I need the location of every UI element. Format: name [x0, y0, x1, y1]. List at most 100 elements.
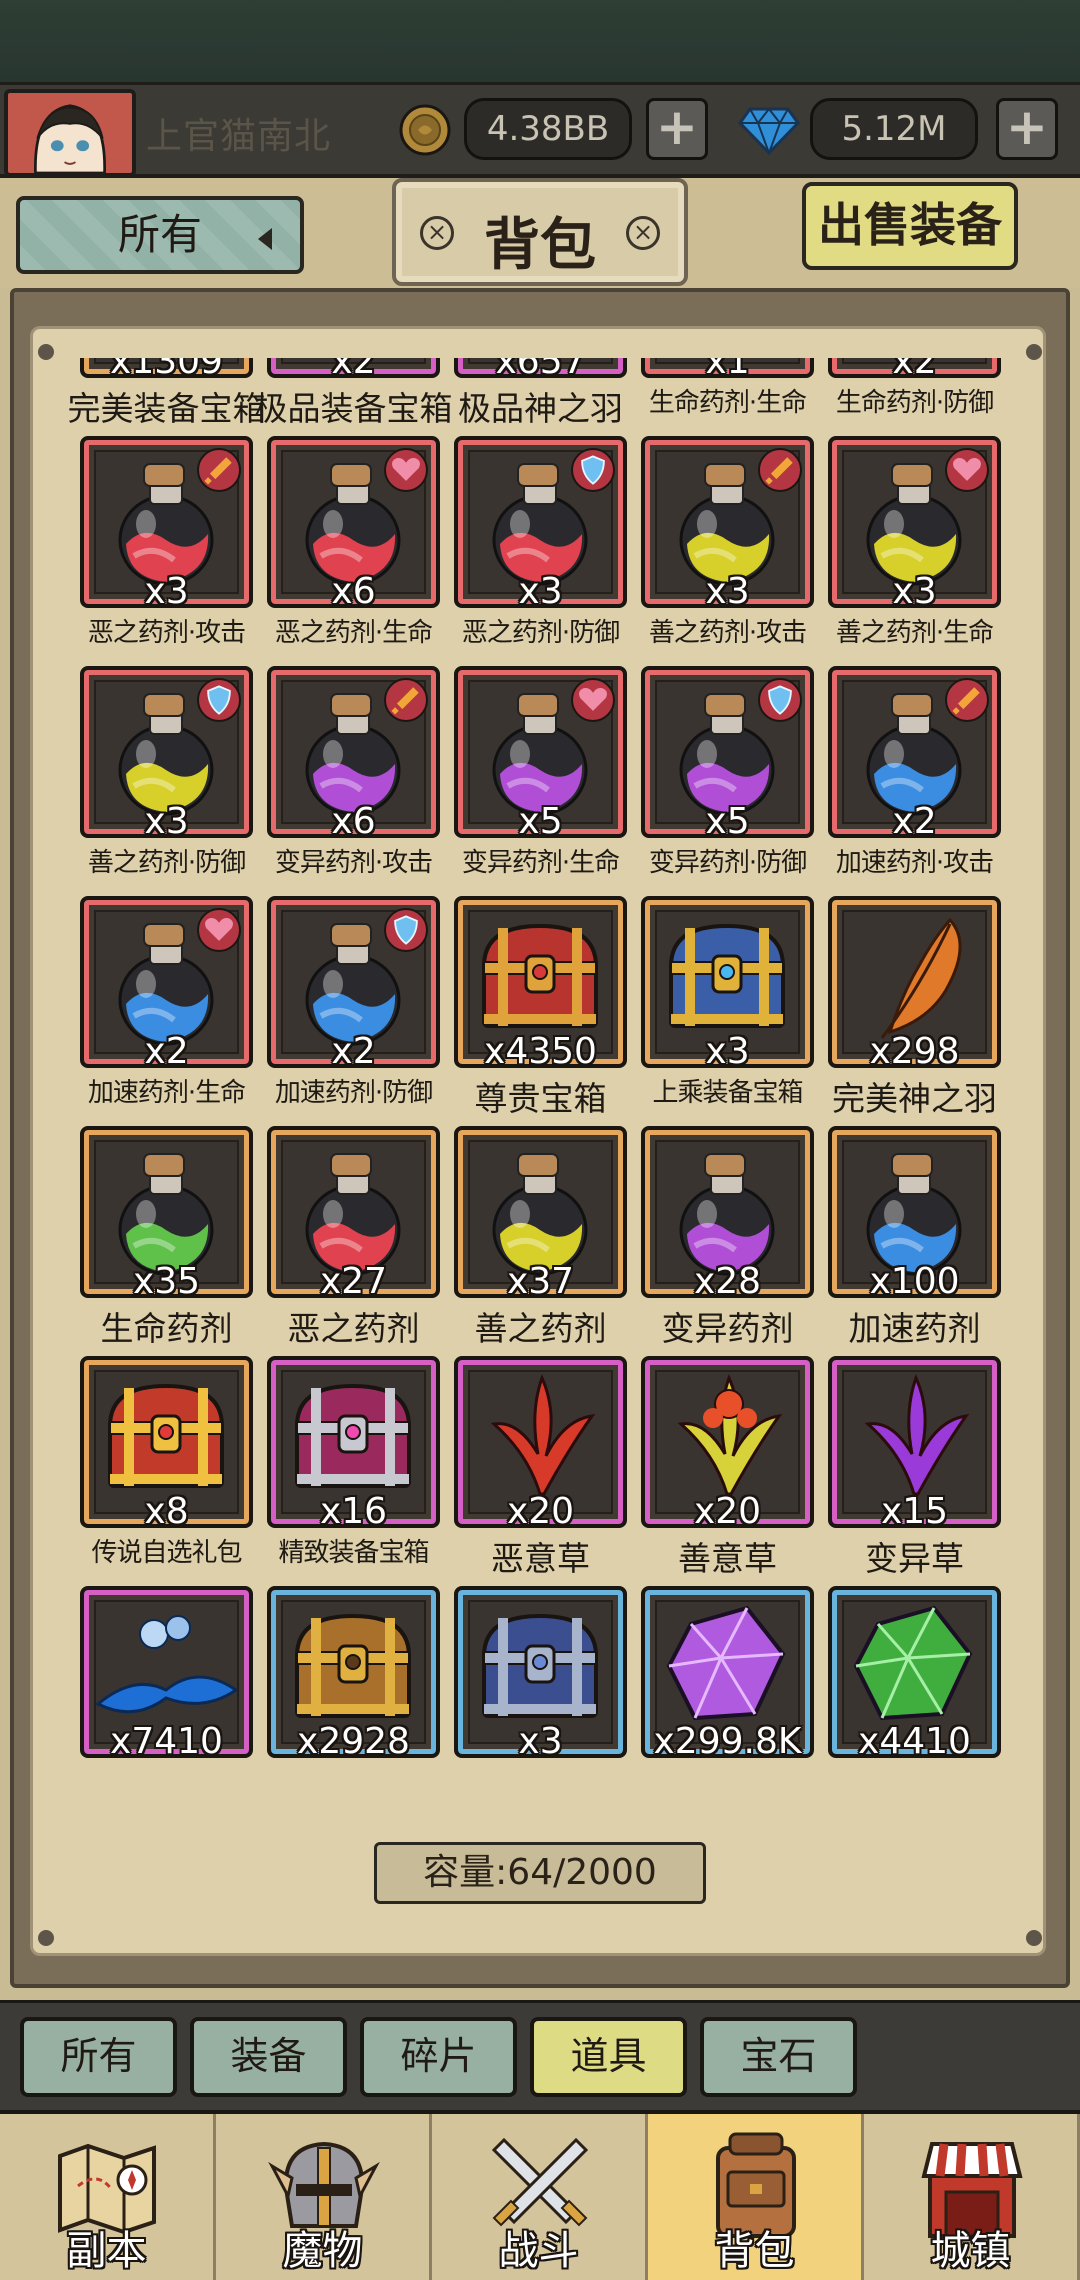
- item-slot[interactable]: x2: [80, 896, 253, 1072]
- inventory-item[interactable]: x298 完美神之羽: [828, 896, 1016, 1128]
- inventory-item[interactable]: x3 善之药剂·生命: [828, 436, 1016, 668]
- filter-dropdown-button[interactable]: 所有: [16, 196, 304, 274]
- inventory-item[interactable]: x299.8K: [641, 1586, 829, 1786]
- item-slot[interactable]: x657: [454, 358, 627, 382]
- item-slot[interactable]: x7410: [80, 1586, 253, 1762]
- item-slot[interactable]: x27: [267, 1126, 440, 1302]
- item-slot[interactable]: x3: [828, 436, 1001, 612]
- item-slot[interactable]: x3: [80, 436, 253, 612]
- item-name: 善之药剂·攻击: [648, 618, 807, 648]
- nav-battle[interactable]: 战斗: [432, 2114, 648, 2280]
- item-slot[interactable]: x4410: [828, 1586, 1001, 1762]
- attack-badge-icon: [765, 457, 793, 485]
- inventory-item[interactable]: x3 恶之药剂·攻击: [80, 436, 268, 668]
- item-slot[interactable]: x28: [641, 1126, 814, 1302]
- inventory-item[interactable]: x5 变异药剂·生命: [454, 666, 642, 898]
- item-slot[interactable]: x20: [641, 1356, 814, 1532]
- item-slot[interactable]: x3: [641, 436, 814, 612]
- heart-badge-icon: [579, 688, 607, 711]
- tab-all[interactable]: 所有: [20, 2017, 177, 2097]
- gem-icon: [666, 1605, 786, 1721]
- item-slot[interactable]: x2: [267, 358, 440, 382]
- add-gold-button[interactable]: +: [646, 98, 708, 160]
- item-slot[interactable]: x37: [454, 1126, 627, 1302]
- sell-equipment-button[interactable]: 出售装备: [802, 182, 1018, 270]
- item-slot[interactable]: x20: [454, 1356, 627, 1532]
- item-slot[interactable]: x8: [80, 1356, 253, 1532]
- item-slot[interactable]: x15: [828, 1356, 1001, 1532]
- item-slot[interactable]: x2: [828, 358, 1001, 382]
- inventory-item[interactable]: x20 善意草: [641, 1356, 829, 1588]
- item-slot[interactable]: x1: [641, 358, 814, 382]
- inventory-item[interactable]: x657 极品神之羽: [454, 358, 642, 438]
- inventory-item[interactable]: x5 变异药剂·防御: [641, 666, 829, 898]
- potion-icon: [679, 1153, 775, 1276]
- nav-town[interactable]: 城镇: [864, 2114, 1080, 2280]
- item-slot[interactable]: x16: [267, 1356, 440, 1532]
- player-avatar[interactable]: [4, 89, 136, 177]
- inventory-item[interactable]: x3 恶之药剂·防御: [454, 436, 642, 668]
- item-quantity: x5: [518, 801, 563, 842]
- item-slot[interactable]: x3: [641, 896, 814, 1072]
- item-name: 恶之药剂·攻击: [87, 618, 246, 648]
- nav-monsters[interactable]: 魔物: [216, 2114, 432, 2280]
- inventory-item[interactable]: x8 传说自选礼包: [80, 1356, 268, 1588]
- category-tabs: 所有 装备 碎片 道具 宝石: [0, 2000, 1080, 2110]
- stat-badge: [945, 448, 989, 492]
- nav-dungeon[interactable]: 副本: [0, 2114, 216, 2280]
- item-slot[interactable]: x6: [267, 436, 440, 612]
- attack-badge-icon: [952, 687, 980, 715]
- nav-backpack[interactable]: 背包: [648, 2114, 864, 2280]
- tab-gems[interactable]: 宝石: [700, 2017, 857, 2097]
- inventory-item[interactable]: x2 生命药剂·防御: [828, 358, 1016, 438]
- inventory-item[interactable]: x28 变异药剂: [641, 1126, 829, 1358]
- inventory-item[interactable]: x2 加速药剂·生命: [80, 896, 268, 1128]
- item-slot[interactable]: x100: [828, 1126, 1001, 1302]
- inventory-item[interactable]: x2 加速药剂·攻击: [828, 666, 1016, 898]
- inventory-item[interactable]: x6 恶之药剂·生命: [267, 436, 455, 668]
- item-slot[interactable]: x6: [267, 666, 440, 842]
- inventory-item[interactable]: x3: [454, 1586, 642, 1786]
- inventory-item[interactable]: x37 善之药剂: [454, 1126, 642, 1358]
- inventory-item[interactable]: x3 上乘装备宝箱: [641, 896, 829, 1128]
- item-name: 上乘装备宝箱: [652, 1078, 803, 1108]
- tab-equipment[interactable]: 装备: [190, 2017, 347, 2097]
- item-slot[interactable]: x5: [454, 666, 627, 842]
- item-quantity: x27: [319, 1261, 388, 1302]
- item-slot[interactable]: x3: [454, 1586, 627, 1762]
- inventory-item[interactable]: x35 生命药剂: [80, 1126, 268, 1358]
- inventory-item[interactable]: x1309 完美装备宝箱: [68, 358, 268, 438]
- inventory-item[interactable]: x2 加速药剂·防御: [267, 896, 455, 1128]
- tab-items[interactable]: 道具: [530, 2017, 687, 2097]
- inventory-item[interactable]: x4350 尊贵宝箱: [454, 896, 642, 1128]
- inventory-item[interactable]: x2 极品装备宝箱: [255, 358, 455, 438]
- inventory-item[interactable]: x20 恶意草: [454, 1356, 642, 1588]
- item-slot[interactable]: x2: [828, 666, 1001, 842]
- inventory-item[interactable]: x6 变异药剂·攻击: [267, 666, 455, 898]
- item-slot[interactable]: x3: [80, 666, 253, 842]
- inventory-item[interactable]: x3 善之药剂·防御: [80, 666, 268, 898]
- item-slot[interactable]: x298: [828, 896, 1001, 1072]
- inventory-item[interactable]: x2928: [267, 1586, 455, 1786]
- item-slot[interactable]: x4350: [454, 896, 627, 1072]
- inventory-item[interactable]: x3 善之药剂·攻击: [641, 436, 829, 668]
- inventory-item[interactable]: x7410: [80, 1586, 268, 1786]
- inventory-item[interactable]: x1 生命药剂·生命: [641, 358, 829, 438]
- inventory-item[interactable]: x15 变异草: [828, 1356, 1016, 1588]
- inventory-item[interactable]: x100 加速药剂: [828, 1126, 1016, 1358]
- item-slot[interactable]: x5: [641, 666, 814, 842]
- item-quantity: x2: [331, 358, 376, 382]
- add-diamond-button[interactable]: +: [996, 98, 1058, 160]
- inventory-item[interactable]: x16 精致装备宝箱: [267, 1356, 455, 1588]
- tab-fragments[interactable]: 碎片: [360, 2017, 517, 2097]
- item-slot[interactable]: x2: [267, 896, 440, 1072]
- inventory-item[interactable]: x27 恶之药剂: [267, 1126, 455, 1358]
- item-slot[interactable]: x3: [454, 436, 627, 612]
- item-slot[interactable]: x35: [80, 1126, 253, 1302]
- item-grid[interactable]: x1309 完美装备宝箱 x2 极品装备宝箱 x657 极品神之羽 x1 生命药…: [50, 358, 1030, 1786]
- item-slot[interactable]: x299.8K: [641, 1586, 814, 1762]
- item-slot[interactable]: x1309: [80, 358, 253, 382]
- inventory-header: 所有 × 背包 × 出售装备: [0, 178, 1080, 288]
- item-slot[interactable]: x2928: [267, 1586, 440, 1762]
- inventory-item[interactable]: x4410: [828, 1586, 1016, 1786]
